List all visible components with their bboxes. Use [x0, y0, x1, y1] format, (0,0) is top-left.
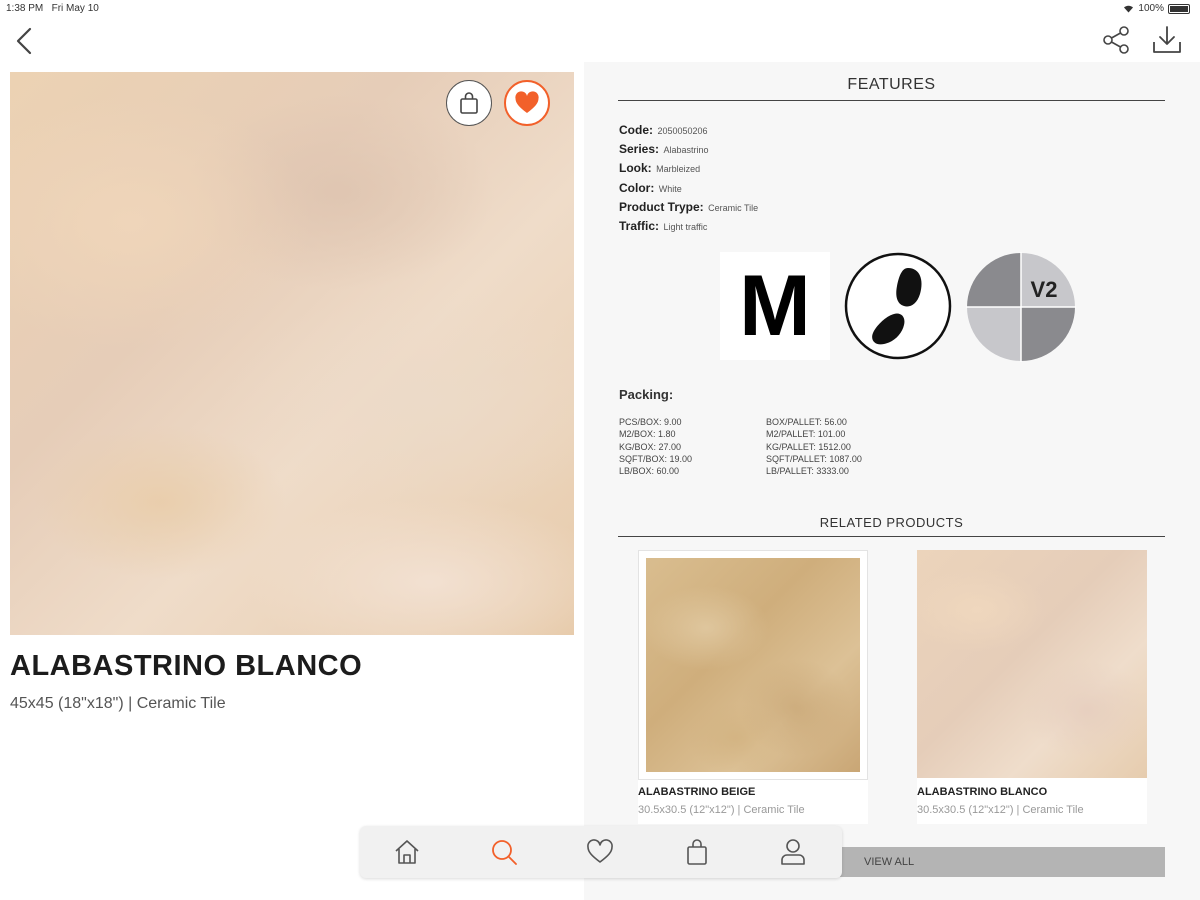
feature-key: Series: [619, 142, 660, 157]
packing-item: M2/PALLET: 101.00 [766, 429, 846, 440]
feature-key: Product Trype: [619, 199, 704, 214]
packing-item: LB/BOX: 60.00 [619, 466, 680, 477]
related-product-name: ALABASTRINO BEIGE [638, 786, 756, 798]
status-date: Fri May 10 [51, 3, 99, 14]
packing-item: M2/BOX: 1.80 [619, 429, 676, 440]
feature-value: White [658, 183, 682, 194]
product-image [10, 72, 574, 635]
shopping-bag-icon [460, 92, 478, 114]
share-button[interactable] [1100, 26, 1132, 54]
packing-item: KG/PALLET: 1512.00 [766, 441, 851, 452]
details-panel: FEATURES Code: 2050050206 Series: Alabas… [584, 62, 1200, 900]
shade-variation-badge: V2 [966, 252, 1076, 362]
feature-value: 2050050206 [657, 126, 708, 136]
heart-filled-icon [515, 91, 539, 113]
tab-search[interactable] [487, 836, 521, 868]
heart-icon [587, 839, 613, 863]
packing-item: SQFT/BOX: 19.00 [619, 453, 693, 464]
packing-item: LB/PALLET: 3333.00 [766, 466, 849, 477]
feature-row-look: Look: Marbleized [619, 158, 758, 177]
related-product-subtitle: 30.5x30.5 (12"x12") | Ceramic Tile [638, 804, 805, 816]
shopping-bag-icon [687, 839, 707, 865]
status-time-date: 1:38 PM Fri May 10 [6, 3, 99, 14]
feature-key: Color: [619, 180, 655, 195]
features-header: FEATURES [618, 76, 1165, 101]
features-list: Code: 2050050206 Series: Alabastrino Loo… [619, 120, 758, 235]
feature-key: Traffic: [619, 218, 660, 233]
packing-list-pallet: BOX/PALLET: 56.00 M2/PALLET: 101.00 KG/P… [766, 416, 862, 477]
feature-row-product-type: Product Trype: Ceramic Tile [619, 197, 758, 216]
packing-item: SQFT/PALLET: 1087.00 [766, 453, 862, 464]
status-time: 1:38 PM [6, 3, 44, 14]
view-all-button[interactable]: VIEW ALL [840, 847, 1165, 877]
tab-home[interactable] [390, 836, 424, 868]
traffic-badge [844, 252, 952, 360]
finish-badge: M [720, 252, 830, 360]
related-product-card[interactable]: ALABASTRINO BLANCO 30.5x30.5 (12"x12") |… [917, 550, 1147, 824]
add-to-bag-button[interactable] [446, 80, 492, 126]
related-product-image [917, 550, 1147, 778]
tab-profile[interactable] [776, 836, 810, 868]
feature-key: Look: [619, 161, 652, 176]
packing-title: Packing: [619, 387, 674, 402]
feature-key: Code: [619, 123, 653, 137]
related-product-name: ALABASTRINO BLANCO [917, 786, 1048, 798]
shade-variation-graphic: V2 [966, 252, 1076, 362]
feature-value: Light traffic [663, 221, 708, 232]
tab-bar [360, 826, 842, 878]
footprint-icon [844, 252, 952, 360]
related-product-subtitle: 30.5x30.5 (12"x12") | Ceramic Tile [917, 804, 1084, 816]
feature-value: Ceramic Tile [708, 202, 759, 213]
feature-value: Marbleized [656, 164, 701, 175]
wifi-icon [1124, 5, 1134, 13]
status-indicators: 100% [1123, 3, 1190, 14]
chevron-left-icon [16, 27, 32, 55]
feature-row-traffic: Traffic: Light traffic [619, 216, 758, 235]
share-icon [1103, 26, 1129, 54]
feature-row-color: Color: White [619, 178, 758, 197]
download-button[interactable] [1150, 24, 1184, 56]
tab-favorites[interactable] [583, 836, 617, 868]
feature-row-code: Code: 2050050206 [619, 120, 758, 139]
download-icon [1153, 26, 1181, 53]
packing-item: KG/BOX: 27.00 [619, 441, 682, 452]
feature-row-series: Series: Alabastrino [619, 139, 758, 158]
status-bar: 1:38 PM Fri May 10 100% [0, 0, 1200, 20]
related-product-image [638, 550, 868, 780]
battery-percent: 100% [1138, 3, 1164, 14]
packing-item: BOX/PALLET: 56.00 [766, 417, 847, 427]
favorite-button[interactable] [504, 80, 550, 126]
back-button[interactable] [10, 24, 40, 58]
home-icon [395, 840, 419, 864]
search-icon [492, 840, 517, 865]
user-icon [781, 839, 805, 865]
product-title: ALABASTRINO BLANCO [10, 650, 363, 682]
related-products-header: RELATED PRODUCTS [618, 515, 1165, 537]
battery-icon [1168, 3, 1190, 14]
tab-cart[interactable] [680, 836, 714, 868]
packing-item: PCS/BOX: 9.00 [619, 417, 682, 427]
product-subtitle: 45x45 (18"x18") | Ceramic Tile [10, 695, 226, 712]
packing-list-box: PCS/BOX: 9.00 M2/BOX: 1.80 KG/BOX: 27.00… [619, 416, 692, 477]
related-product-card[interactable]: ALABASTRINO BEIGE 30.5x30.5 (12"x12") | … [638, 550, 868, 824]
shade-variation-label: V2 [1031, 277, 1058, 302]
feature-value: Alabastrino [663, 145, 709, 156]
